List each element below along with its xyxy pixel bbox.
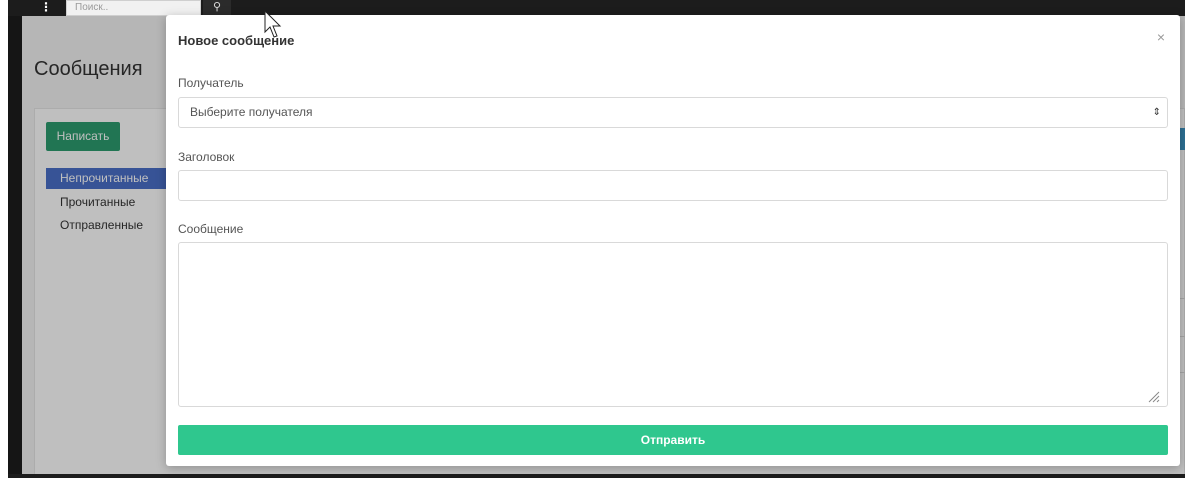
search-icon[interactable]: ⚲ (203, 0, 231, 16)
subject-input[interactable] (178, 170, 1168, 201)
message-textarea[interactable] (178, 242, 1168, 407)
new-message-modal: Новое сообщение × Получатель Выберите по… (166, 15, 1180, 466)
subject-label: Заголовок (178, 150, 235, 164)
recipient-label: Получатель (178, 76, 244, 90)
close-icon[interactable]: × (1154, 30, 1168, 44)
mouse-cursor-icon (264, 10, 282, 38)
bottom-edge (8, 474, 1185, 478)
select-arrows-icon: ⇕ (1152, 107, 1161, 118)
resize-grip-icon[interactable] (1146, 389, 1160, 403)
recipient-select-value: Выберите получателя (190, 105, 313, 119)
recipient-select[interactable]: Выберите получателя ⇕ (178, 97, 1168, 128)
vertical-dots-icon[interactable]: ⋮ (34, 0, 58, 16)
send-button[interactable]: Отправить (178, 425, 1168, 455)
message-label: Сообщение (178, 222, 244, 236)
search-input[interactable]: Поиск.. (66, 0, 201, 16)
